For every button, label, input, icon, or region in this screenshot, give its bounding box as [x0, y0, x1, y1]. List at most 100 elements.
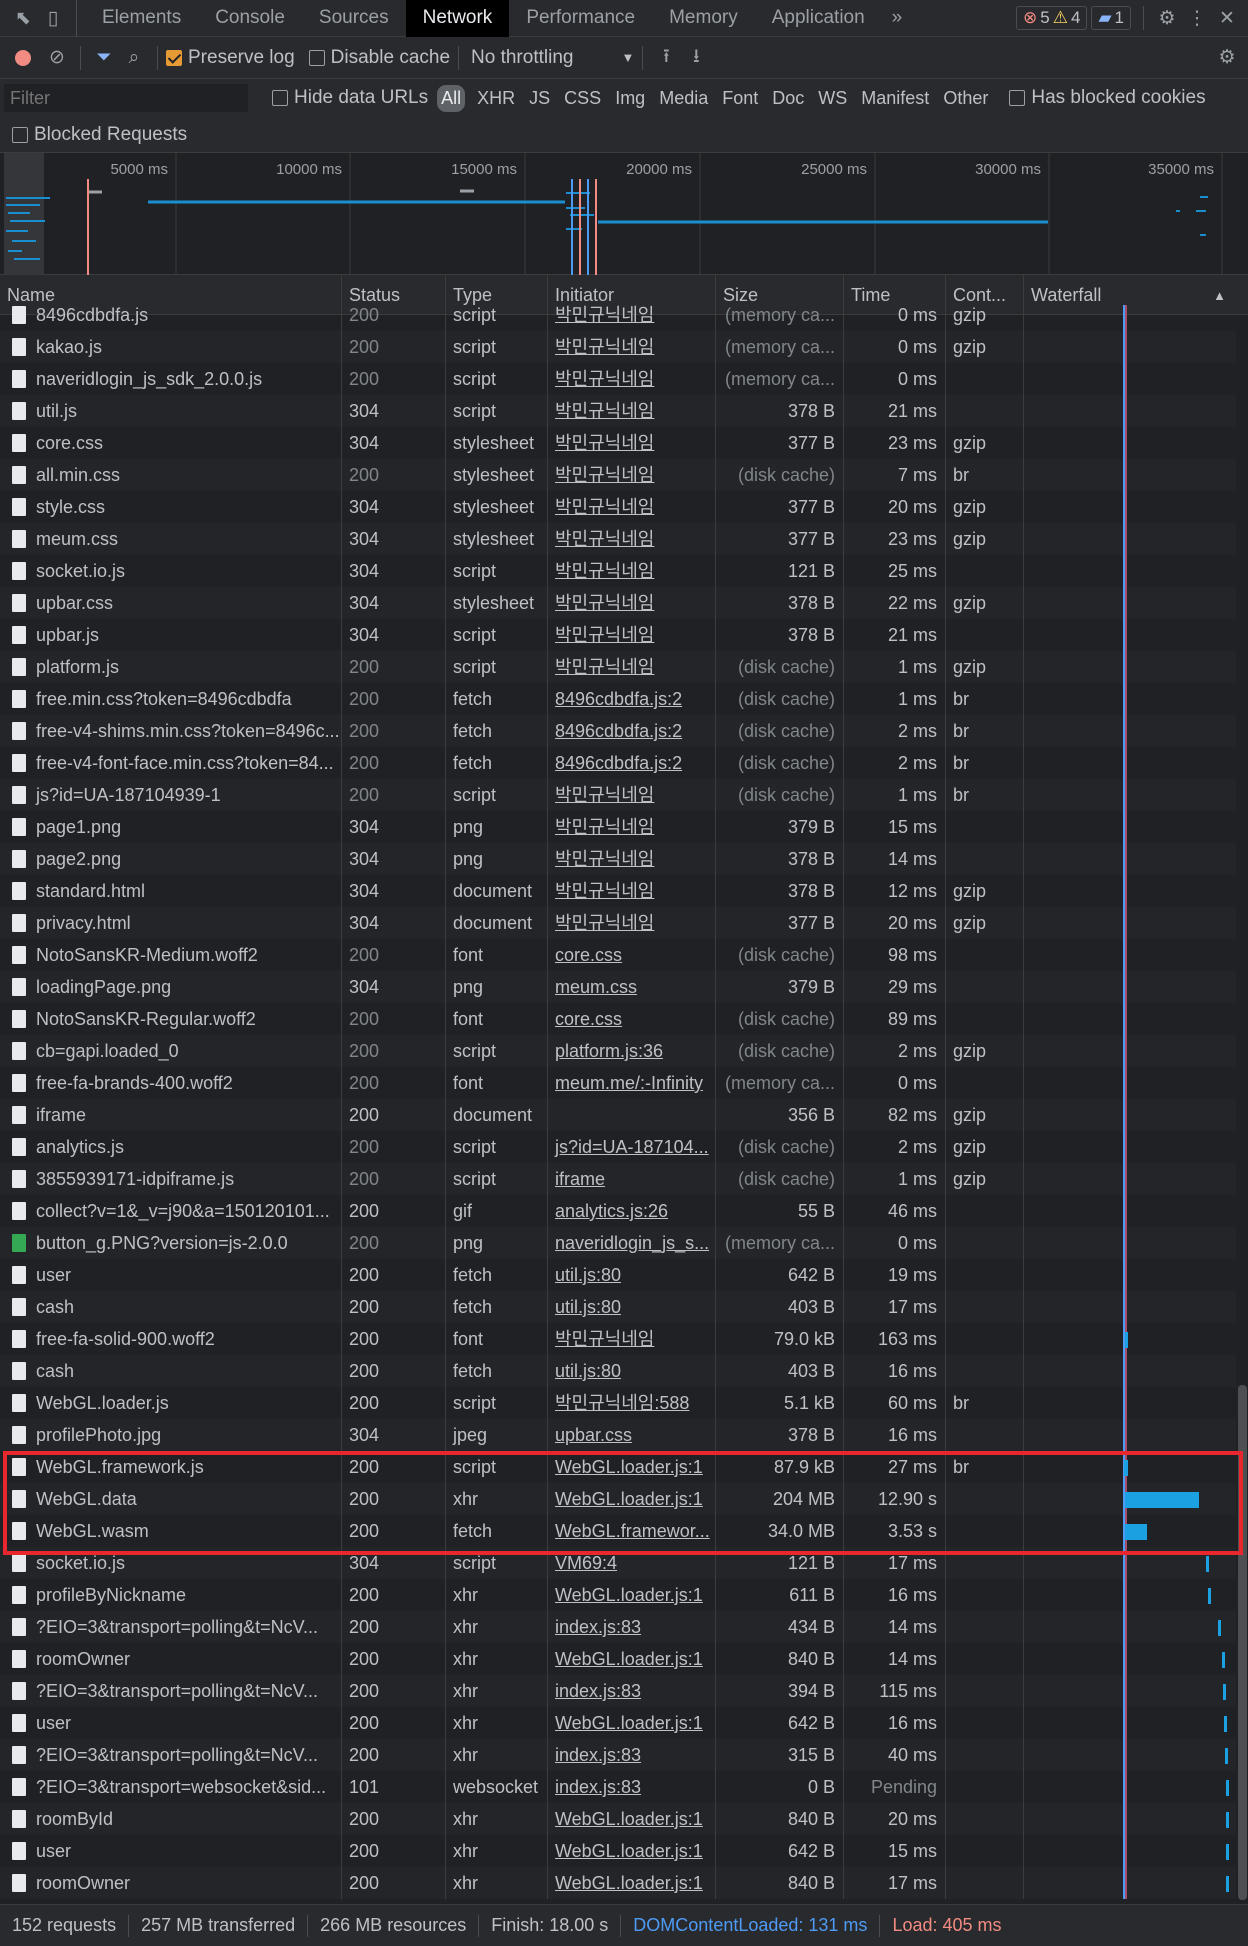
- import-har-icon[interactable]: ⭱: [651, 39, 681, 76]
- request-name[interactable]: profileByNickname: [0, 1579, 342, 1611]
- filter-type-js[interactable]: JS: [522, 88, 557, 109]
- request-row[interactable]: button_g.PNG?version=js-2.0.0 200 png naver…: [0, 1227, 1236, 1259]
- request-row[interactable]: style.css 304 stylesheet 박민규닉네임 377 B 20 ms gz…: [0, 491, 1236, 523]
- request-row[interactable]: cash 200 fetch util.js:80 403 B 17 ms: [0, 1291, 1236, 1323]
- request-row[interactable]: naveridlogin_js_sdk_2.0.0.js 200 script 박민규…: [0, 363, 1236, 395]
- tab-sources[interactable]: Sources: [302, 0, 406, 37]
- initiator-link[interactable]: 8496cdbdfa.js:2: [548, 747, 716, 779]
- request-row[interactable]: collect?v=1&_v=j90&a=150120101... 200 gif a…: [0, 1195, 1236, 1227]
- initiator-link[interactable]: 8496cdbdfa.js:2: [548, 715, 716, 747]
- filter-type-ws[interactable]: WS: [811, 88, 854, 109]
- initiator-link[interactable]: 8496cdbdfa.js:2: [548, 683, 716, 715]
- filter-type-font[interactable]: Font: [715, 88, 765, 109]
- request-name[interactable]: WebGL.framework.js: [0, 1451, 342, 1483]
- request-row[interactable]: ?EIO=3&transport=polling&t=NcV... 200 xhr i…: [0, 1611, 1236, 1643]
- request-name[interactable]: cash: [0, 1355, 342, 1387]
- request-name[interactable]: roomOwner: [0, 1643, 342, 1675]
- request-row[interactable]: user 200 fetch util.js:80 642 B 19 ms: [0, 1259, 1236, 1291]
- request-row[interactable]: standard.html 304 document 박민규닉네임 378 B 12 ms…: [0, 875, 1236, 907]
- tab-performance[interactable]: Performance: [509, 0, 652, 37]
- request-name[interactable]: free-v4-shims.min.css?token=8496c...: [0, 715, 342, 747]
- initiator-link[interactable]: WebGL.loader.js:1: [548, 1867, 716, 1899]
- request-row[interactable]: profilePhoto.jpg 304 jpeg upbar.css 378 B 16 …: [0, 1419, 1236, 1451]
- request-row[interactable]: user 200 xhr WebGL.loader.js:1 642 B 15 ms: [0, 1835, 1236, 1867]
- initiator-link[interactable]: upbar.css: [548, 1419, 716, 1451]
- filter-type-media[interactable]: Media: [652, 88, 715, 109]
- request-name[interactable]: platform.js: [0, 651, 342, 683]
- request-name[interactable]: NotoSansKR-Medium.woff2: [0, 939, 342, 971]
- filter-type-other[interactable]: Other: [936, 88, 995, 109]
- hide-data-urls-checkbox[interactable]: Hide data URLs: [272, 87, 428, 109]
- request-name[interactable]: style.css: [0, 491, 342, 523]
- request-row[interactable]: upbar.js 304 script 박민규닉네임 378 B 21 ms: [0, 619, 1236, 651]
- initiator-link[interactable]: meum.css: [548, 971, 716, 1003]
- request-row[interactable]: meum.css 304 stylesheet 박민규닉네임 377 B 23 ms gzi…: [0, 523, 1236, 555]
- scrollbar-thumb[interactable]: [1238, 1385, 1247, 1900]
- filter-type-img[interactable]: Img: [608, 88, 652, 109]
- request-name[interactable]: user: [0, 1835, 342, 1867]
- initiator-link[interactable]: 박민규닉네임: [548, 459, 716, 491]
- request-row[interactable]: kakao.js 200 script 박민규닉네임 (memory ca... 0 ms…: [0, 331, 1236, 363]
- initiator-link[interactable]: WebGL.loader.js:1: [548, 1643, 716, 1675]
- network-overview-timeline[interactable]: 5000 ms 10000 ms 15000 ms 20000 ms 25000 ms 3…: [0, 153, 1248, 275]
- request-name[interactable]: 3855939171-idpiframe.js: [0, 1163, 342, 1195]
- request-row[interactable]: free-fa-solid-900.woff2 200 font 박민규닉네임 79.0…: [0, 1323, 1236, 1355]
- initiator-link[interactable]: iframe: [548, 1163, 716, 1195]
- initiator-link[interactable]: WebGL.loader.js:1: [548, 1579, 716, 1611]
- more-tabs-button[interactable]: »: [882, 0, 913, 37]
- network-settings-gear-icon[interactable]: ⚙: [1212, 39, 1242, 76]
- request-name[interactable]: privacy.html: [0, 907, 342, 939]
- request-row[interactable]: privacy.html 304 document 박민규닉네임 377 B 20 ms g…: [0, 907, 1236, 939]
- request-row[interactable]: iframe 200 document 356 B 82 ms gzip: [0, 1099, 1236, 1131]
- request-name[interactable]: page2.png: [0, 843, 342, 875]
- initiator-link[interactable]: util.js:80: [548, 1259, 716, 1291]
- filter-input[interactable]: [4, 84, 248, 112]
- initiator-link[interactable]: 박민규닉네임: [548, 305, 716, 331]
- request-name[interactable]: WebGL.wasm: [0, 1515, 342, 1547]
- request-name[interactable]: profilePhoto.jpg: [0, 1419, 342, 1451]
- request-name[interactable]: NotoSansKR-Regular.woff2: [0, 1003, 342, 1035]
- throttling-select[interactable]: No throttling ▼: [467, 47, 634, 69]
- request-name[interactable]: ?EIO=3&transport=websocket&sid...: [0, 1771, 342, 1803]
- initiator-link[interactable]: analytics.js:26: [548, 1195, 716, 1227]
- request-name[interactable]: ?EIO=3&transport=polling&t=NcV...: [0, 1739, 342, 1771]
- initiator-link[interactable]: [548, 1099, 716, 1131]
- request-name[interactable]: roomOwner: [0, 1867, 342, 1899]
- request-name[interactable]: ?EIO=3&transport=polling&t=NcV...: [0, 1611, 342, 1643]
- filter-type-css[interactable]: CSS: [557, 88, 608, 109]
- request-name[interactable]: 8496cdbdfa.js: [0, 305, 342, 331]
- request-name[interactable]: button_g.PNG?version=js-2.0.0: [0, 1227, 342, 1259]
- initiator-link[interactable]: WebGL.framewor...: [548, 1515, 716, 1547]
- initiator-link[interactable]: 박민규닉네임: [548, 619, 716, 651]
- request-row[interactable]: core.css 304 stylesheet 박민규닉네임 377 B 23 ms gzi…: [0, 427, 1236, 459]
- request-name[interactable]: upbar.css: [0, 587, 342, 619]
- initiator-link[interactable]: util.js:80: [548, 1355, 716, 1387]
- request-name[interactable]: WebGL.loader.js: [0, 1387, 342, 1419]
- filter-type-xhr[interactable]: XHR: [470, 88, 522, 109]
- clear-icon[interactable]: ⊘: [42, 39, 72, 76]
- settings-gear-icon[interactable]: ⚙: [1152, 0, 1182, 37]
- filter-type-manifest[interactable]: Manifest: [854, 88, 936, 109]
- request-name[interactable]: core.css: [0, 427, 342, 459]
- request-row[interactable]: free-fa-brands-400.woff2 200 font meum.me/:…: [0, 1067, 1236, 1099]
- request-row[interactable]: user 200 xhr WebGL.loader.js:1 642 B 16 ms: [0, 1707, 1236, 1739]
- request-row[interactable]: free-v4-font-face.min.css?token=84... 200…: [0, 747, 1236, 779]
- request-row[interactable]: socket.io.js 304 script VM69:4 121 B 17 ms: [0, 1547, 1236, 1579]
- request-name[interactable]: upbar.js: [0, 619, 342, 651]
- initiator-link[interactable]: 박민규닉네임: [548, 523, 716, 555]
- initiator-link[interactable]: VM69:4: [548, 1547, 716, 1579]
- request-row[interactable]: profileByNickname 200 xhr WebGL.loader.js:1…: [0, 1579, 1236, 1611]
- initiator-link[interactable]: core.css: [548, 1003, 716, 1035]
- initiator-link[interactable]: util.js:80: [548, 1291, 716, 1323]
- initiator-link[interactable]: WebGL.loader.js:1: [548, 1803, 716, 1835]
- disable-cache-checkbox[interactable]: Disable cache: [308, 47, 450, 69]
- filter-type-doc[interactable]: Doc: [765, 88, 811, 109]
- request-row[interactable]: platform.js 200 script 박민규닉네임 (disk cache) 1 …: [0, 651, 1236, 683]
- initiator-link[interactable]: 박민규닉네임: [548, 587, 716, 619]
- initiator-link[interactable]: 박민규닉네임: [548, 491, 716, 523]
- request-name[interactable]: user: [0, 1707, 342, 1739]
- initiator-link[interactable]: 박민규닉네임: [548, 363, 716, 395]
- tab-network[interactable]: Network: [405, 0, 510, 37]
- request-name[interactable]: WebGL.data: [0, 1483, 342, 1515]
- initiator-link[interactable]: 박민규닉네임: [548, 811, 716, 843]
